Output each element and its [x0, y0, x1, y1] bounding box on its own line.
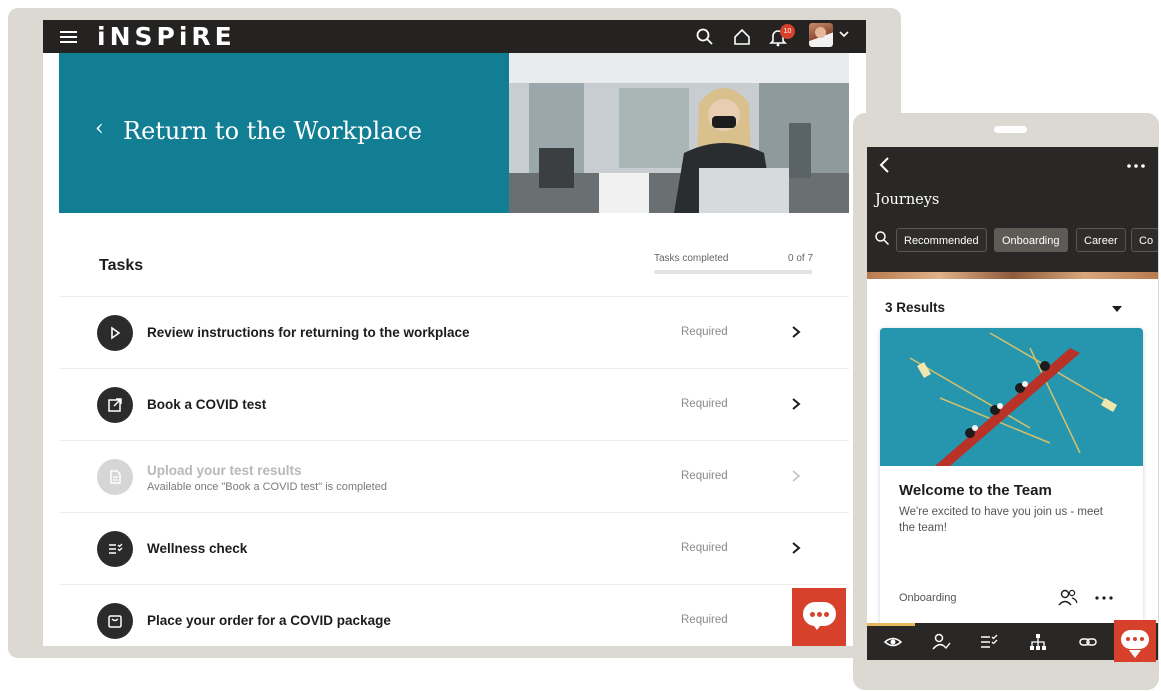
search-icon[interactable]	[874, 230, 890, 246]
more-icon[interactable]	[1125, 163, 1147, 169]
task-status: Required	[681, 326, 728, 338]
eye-icon[interactable]	[882, 631, 904, 653]
menu-icon[interactable]	[60, 28, 80, 44]
phone-title: Journeys	[875, 192, 940, 208]
task-title: Upload your test results	[147, 463, 302, 478]
tasks-progress-bar	[654, 270, 812, 274]
tablet-screen: iNSPiRE 10 ‹ Return to the Workplace Tas…	[43, 20, 866, 646]
avatar[interactable]	[809, 23, 833, 47]
chat-button[interactable]	[1114, 620, 1156, 662]
nav-active-indicator	[867, 623, 915, 626]
chip-onboarding[interactable]: Onboarding	[994, 228, 1068, 252]
task-row[interactable]: Place your order for a COVID package Req…	[59, 584, 849, 646]
task-title: Book a COVID test	[147, 397, 267, 412]
tasks-heading: Tasks	[99, 257, 144, 274]
external-link-icon	[97, 387, 133, 423]
hero-banner: ‹ Return to the Workplace	[59, 53, 849, 213]
top-bar: iNSPiRE 10	[43, 20, 866, 53]
checklist-icon	[97, 531, 133, 567]
task-status: Required	[681, 542, 728, 554]
back-icon[interactable]	[877, 155, 893, 175]
org-chart-icon[interactable]	[1027, 631, 1049, 653]
task-title: Wellness check	[147, 541, 248, 556]
chevron-down-icon[interactable]	[837, 27, 851, 41]
journey-card[interactable]: Welcome to the Team We're excited to hav…	[880, 328, 1143, 628]
play-icon	[97, 315, 133, 351]
task-title: Review instructions for returning to the…	[147, 325, 470, 340]
home-icon[interactable]	[731, 26, 753, 48]
task-status: Required	[681, 614, 728, 626]
brand-logo: iNSPiRE	[97, 22, 236, 51]
person-check-icon[interactable]	[930, 631, 952, 653]
phone-frame: Journeys Recommended Onboarding Career C…	[853, 113, 1159, 690]
task-row: Upload your test results Available once …	[59, 440, 849, 512]
task-status: Required	[681, 398, 728, 410]
phone-speaker	[994, 126, 1027, 133]
notification-badge: 10	[780, 24, 795, 39]
chevron-right-icon[interactable]	[789, 396, 803, 412]
caret-down-icon[interactable]	[1111, 305, 1123, 313]
tasks-completed-count: 0 of 7	[788, 253, 814, 264]
link-icon[interactable]	[1077, 631, 1099, 653]
phone-header: Journeys Recommended Onboarding Career C…	[867, 147, 1158, 272]
task-row[interactable]: Book a COVID test Required	[59, 368, 849, 440]
banner-strip	[867, 272, 1158, 279]
search-icon[interactable]	[694, 26, 716, 48]
rowing-image	[880, 328, 1143, 466]
tablet-frame: iNSPiRE 10 ‹ Return to the Workplace Tas…	[8, 8, 901, 658]
document-icon	[97, 459, 133, 495]
chevron-right-icon[interactable]	[789, 540, 803, 556]
chip-recommended[interactable]: Recommended	[896, 228, 987, 252]
chip-more[interactable]: Co	[1131, 228, 1158, 252]
task-subtitle: Available once "Book a COVID test" is co…	[147, 481, 387, 493]
chip-career[interactable]: Career	[1076, 228, 1126, 252]
chevron-right-icon[interactable]	[789, 324, 803, 340]
chevron-right-icon	[792, 470, 801, 482]
people-icon[interactable]	[1058, 588, 1078, 606]
back-icon[interactable]: ‹	[95, 116, 104, 141]
card-tag: Onboarding	[899, 592, 957, 604]
checklist-icon[interactable]	[978, 631, 1000, 653]
card-title: Welcome to the Team	[899, 482, 1052, 499]
chat-icon	[1121, 630, 1149, 658]
task-title: Place your order for a COVID package	[147, 613, 391, 628]
task-status: Required	[681, 470, 728, 482]
office-photo	[509, 53, 849, 213]
chat-icon	[803, 602, 836, 630]
page-title: Return to the Workplace	[123, 117, 423, 145]
results-count: 3 Results	[885, 300, 946, 315]
task-row[interactable]: Wellness check Required	[59, 512, 849, 584]
tasks-completed-label: Tasks completed	[654, 253, 729, 264]
phone-screen: Journeys Recommended Onboarding Career C…	[867, 147, 1158, 660]
more-icon[interactable]	[1095, 596, 1113, 600]
chat-button[interactable]	[792, 588, 846, 646]
card-description: We're excited to have you join us - meet…	[899, 506, 1103, 534]
task-row[interactable]: Review instructions for returning to the…	[59, 296, 849, 368]
package-icon	[97, 603, 133, 639]
